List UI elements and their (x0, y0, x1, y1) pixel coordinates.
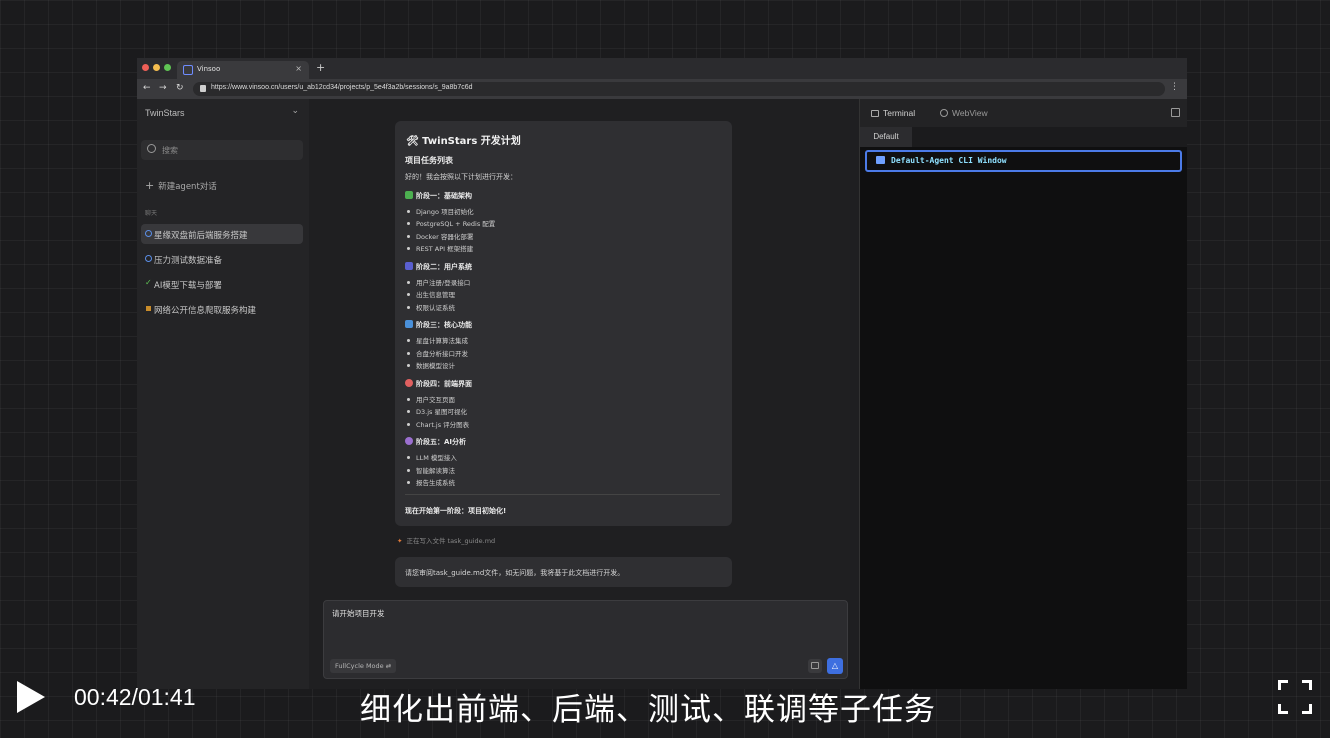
new-agent-label: 新建agent对话 (158, 182, 217, 192)
ring-icon (145, 255, 152, 262)
list-item: Docker 容器化部署 (407, 231, 473, 241)
sidebar-item-label: 星缘双盘前后端服务搭建 (154, 231, 248, 241)
phase-heading: 阶段三：核心功能 (405, 320, 472, 330)
image-icon (811, 662, 819, 669)
check-box-icon (405, 191, 413, 199)
list-item: LLM 模型接入 (407, 452, 457, 462)
plan-message: 🛠 TwinStars 开发计划 项目任务列表 好的！我会按照以下计划进行开发：… (395, 121, 732, 526)
check-icon: ✓ (145, 278, 152, 287)
search-input[interactable]: 搜索 (141, 140, 303, 160)
attach-image-button[interactable] (808, 659, 822, 673)
square-icon (146, 306, 151, 311)
play-icon[interactable] (17, 681, 45, 713)
file-write-status: ✦ 正在写入文件 task_guide.md (397, 537, 496, 545)
list-item: Django 项目初始化 (407, 206, 474, 216)
sidebar-item-label: 压力测试数据准备 (154, 256, 223, 266)
rocket-icon (405, 320, 413, 328)
spark-icon: ✦ (397, 537, 403, 545)
browser-tab[interactable]: Vinsoo × (177, 61, 309, 79)
computer-icon (876, 156, 885, 164)
chevron-down-icon[interactable]: ⌄ (291, 106, 299, 116)
new-agent-button[interactable]: + 新建agent对话 (145, 179, 217, 192)
section-label: 聊天 (145, 210, 158, 217)
globe-icon (940, 109, 948, 117)
plan-title: 🛠 TwinStars 开发计划 (406, 136, 521, 147)
list-item: Chart.js 评分图表 (407, 419, 469, 429)
sidebar-item-stress-test[interactable]: 压力测试数据准备 (141, 249, 303, 269)
reload-icon[interactable]: ↻ (176, 83, 184, 93)
terminal-header: Terminal WebView (860, 99, 1187, 127)
plus-icon: + (145, 179, 155, 192)
palette-icon (405, 379, 413, 387)
cli-window-title: Default-Agent CLI Window (891, 156, 1007, 165)
message-composer[interactable]: 请开始项目开发 FullCycle Mode ⇄ △ (323, 600, 848, 679)
tab-bar: Vinsoo × + (137, 58, 1187, 79)
sidebar-item-label: 网络公开信息爬取服务构建 (154, 306, 257, 316)
phase-heading: 阶段五：AI分析 (405, 437, 466, 447)
robot-icon (405, 437, 413, 445)
composer-text[interactable]: 请开始项目开发 (332, 608, 385, 619)
send-button[interactable]: △ (827, 658, 843, 674)
review-text: 请您审阅task_guide.md文件，如无问题，我将基于此文档进行开发。 (405, 569, 625, 577)
phase-heading: 阶段一：基础架构 (405, 191, 472, 201)
divider (405, 494, 720, 495)
list-item: REST API 框架搭建 (407, 243, 473, 253)
sidebar-item-crawler[interactable]: 网络公开信息爬取服务构建 (141, 299, 303, 319)
list-item: 报告生成系统 (407, 477, 455, 487)
terminal-panel: Terminal WebView Default Default-Agent C… (859, 99, 1187, 689)
list-item: 合盘分析接口开发 (407, 348, 468, 358)
list-item: 用户注册/登录接口 (407, 277, 470, 287)
mode-toggle-button[interactable]: FullCycle Mode ⇄ (330, 659, 397, 673)
sidebar-item-label: AI模型下载与部署 (154, 281, 222, 291)
browser-menu-icon[interactable]: ⋮ (1170, 82, 1179, 92)
favicon-icon (183, 65, 193, 75)
fullscreen-icon[interactable] (1278, 680, 1312, 714)
phase-heading: 阶段四：前端界面 (405, 379, 472, 389)
list-item: 权限认证系统 (407, 302, 455, 312)
plan-subtitle: 项目任务列表 (405, 156, 453, 165)
plan-footer: 现在开始第一阶段：项目初始化! (405, 507, 507, 515)
video-subtitle: 细化出前端、后端、测试、联调等子任务 (360, 692, 936, 728)
video-time: 00:42/01:41 (74, 684, 196, 710)
url-field[interactable]: https://www.vinsoo.cn/users/u_ab12cd34/p… (193, 82, 1165, 96)
phase-heading: 阶段二：用户系统 (405, 262, 472, 272)
tab-terminal[interactable]: Terminal (871, 108, 915, 118)
list-item: 出生信息管理 (407, 289, 455, 299)
list-item: 用户交互页面 (407, 394, 455, 404)
tab-title: Vinsoo (197, 65, 221, 73)
split-view-icon[interactable] (1171, 108, 1180, 117)
list-item: 星盘计算算法集成 (407, 335, 468, 345)
cli-window[interactable]: Default-Agent CLI Window (865, 150, 1182, 172)
maximize-window-button[interactable] (164, 64, 171, 71)
new-tab-button[interactable]: + (316, 61, 325, 74)
url-text: https://www.vinsoo.cn/users/u_ab12cd34/p… (211, 84, 473, 91)
sidebar: TwinStars ⌄ 搜索 + 新建agent对话 聊天 星缘双盘前后端服务搭建… (137, 99, 309, 689)
lock-icon (200, 85, 206, 92)
sidebar-item-ai-model[interactable]: ✓ AI模型下载与部署 (141, 274, 303, 294)
list-item: 智能解读算法 (407, 465, 455, 475)
review-message: 请您审阅task_guide.md文件，如无问题，我将基于此文档进行开发。 (395, 557, 732, 587)
search-icon (147, 144, 156, 153)
tab-webview[interactable]: WebView (940, 108, 988, 118)
plan-intro: 好的！我会按照以下计划进行开发： (405, 173, 517, 181)
tab-default[interactable]: Default (860, 127, 912, 147)
sidebar-item-starcouple[interactable]: 星缘双盘前后端服务搭建 (141, 224, 303, 244)
tab-close-icon[interactable]: × (295, 64, 302, 73)
user-icon (405, 262, 413, 270)
close-window-button[interactable] (142, 64, 149, 71)
terminal-icon (871, 110, 879, 117)
list-item: D3.js 星图可视化 (407, 406, 467, 416)
search-placeholder: 搜索 (162, 146, 178, 155)
workspace-name[interactable]: TwinStars (145, 108, 185, 118)
terminal-subtabs: Default (860, 127, 1187, 147)
ring-icon (145, 230, 152, 237)
browser-window: Vinsoo × + ← → ↻ https://www.vinsoo.cn/u… (137, 58, 1187, 689)
forward-icon[interactable]: → (159, 83, 167, 93)
address-bar: ← → ↻ https://www.vinsoo.cn/users/u_ab12… (137, 79, 1187, 99)
list-item: PostgreSQL + Redis 配置 (407, 218, 495, 228)
minimize-window-button[interactable] (153, 64, 160, 71)
chat-panel: 🛠 TwinStars 开发计划 项目任务列表 好的！我会按照以下计划进行开发：… (309, 99, 859, 689)
back-icon[interactable]: ← (143, 83, 151, 93)
list-item: 数据模型设计 (407, 360, 455, 370)
